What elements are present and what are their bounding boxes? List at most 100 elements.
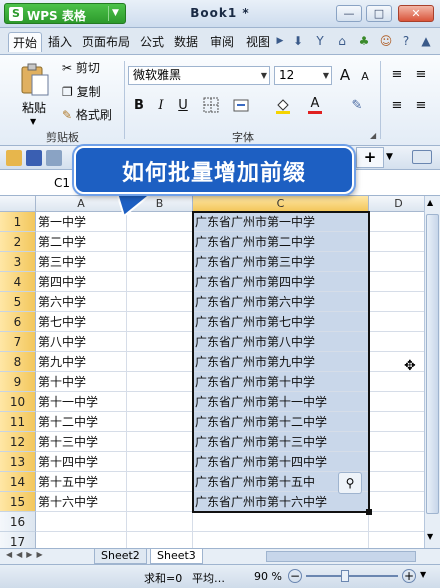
font-size-combo[interactable]: 12 ▼ — [274, 66, 332, 85]
home-icon[interactable]: ⌂ — [334, 33, 350, 49]
cell-b[interactable] — [127, 252, 193, 272]
cell-d[interactable] — [369, 272, 424, 292]
cell-d[interactable] — [369, 492, 424, 512]
cell-a[interactable]: 第十三中学 — [36, 432, 127, 452]
spreadsheet-grid[interactable]: A B C D 1 第一中学 广东省广州市第一中学 2 第二中学 广东省广州市第二中学 3 第… — [0, 196, 424, 548]
plant-icon[interactable]: ♣ — [356, 33, 372, 49]
cell-d[interactable] — [369, 232, 424, 252]
up-arrow-icon[interactable]: ▲ — [418, 33, 434, 49]
save-icon[interactable] — [26, 150, 42, 166]
close-button[interactable]: ✕ — [398, 5, 434, 22]
cell-b[interactable] — [127, 392, 193, 412]
name-box[interactable]: C1 — [54, 176, 70, 190]
cell-b[interactable] — [127, 472, 193, 492]
window-layout-icon[interactable] — [412, 150, 432, 164]
chevron-down-icon[interactable]: ▼ — [386, 152, 393, 162]
cell-d[interactable] — [369, 452, 424, 472]
cell-a[interactable]: 第四中学 — [36, 272, 127, 292]
cell-a[interactable] — [36, 512, 127, 532]
cell-d[interactable] — [369, 532, 424, 548]
grow-font-button[interactable]: A — [336, 66, 354, 84]
row-header[interactable]: 12 — [0, 432, 36, 452]
column-header-d[interactable]: D — [369, 196, 424, 212]
cell-d[interactable] — [369, 392, 424, 412]
cell-b[interactable] — [127, 372, 193, 392]
fill-color-icon[interactable] — [274, 97, 292, 115]
cell-d[interactable] — [369, 292, 424, 312]
copy-button[interactable]: ❐ 复制 — [62, 83, 101, 101]
row-header[interactable]: 7 — [0, 332, 36, 352]
tab-review[interactable]: 审阅 — [206, 32, 238, 52]
cell-a[interactable]: 第八中学 — [36, 332, 127, 352]
font-color-button[interactable]: A — [306, 95, 324, 114]
cell-b[interactable] — [127, 332, 193, 352]
folder-icon[interactable] — [6, 150, 22, 166]
cell-a[interactable]: 第十六中学 — [36, 492, 127, 512]
cell-d[interactable] — [369, 312, 424, 332]
maximize-button[interactable]: □ — [366, 5, 392, 22]
tab-view[interactable]: 视图 — [242, 32, 274, 52]
column-header-c[interactable]: C — [193, 196, 369, 212]
chevron-right-icon[interactable]: ▶ — [272, 33, 288, 49]
sheet-nav-icon[interactable]: ◀◀▶▶ — [6, 550, 47, 559]
row-header[interactable]: 5 — [0, 292, 36, 312]
arrow-down-icon[interactable]: ⬇ — [290, 33, 306, 49]
people-icon[interactable]: ☺ — [378, 33, 394, 49]
cell-a[interactable]: 第六中学 — [36, 292, 127, 312]
sheet-tab-sheet2[interactable]: Sheet2 — [94, 549, 147, 564]
cell-d[interactable] — [369, 412, 424, 432]
row-header[interactable]: 1 — [0, 212, 36, 232]
tab-insert[interactable]: 插入 — [44, 32, 76, 52]
cell-b[interactable] — [127, 432, 193, 452]
shrink-font-button[interactable]: A — [356, 68, 374, 86]
zoom-out-button[interactable]: − — [288, 569, 302, 583]
zoom-in-button[interactable]: + — [402, 569, 416, 583]
cell-d[interactable] — [369, 472, 424, 492]
zoom-slider[interactable] — [306, 575, 398, 577]
minimize-button[interactable]: — — [336, 5, 362, 22]
clear-format-icon[interactable]: ✎ — [348, 97, 366, 115]
row-header[interactable]: 6 — [0, 312, 36, 332]
paste-options-icon[interactable]: ⚲ — [338, 472, 362, 494]
row-header[interactable]: 9 — [0, 372, 36, 392]
row-header[interactable]: 11 — [0, 412, 36, 432]
align-left-icon[interactable]: ≡ — [388, 97, 406, 115]
row-header[interactable]: 2 — [0, 232, 36, 252]
font-name-combo[interactable]: 微软雅黑 ▼ — [128, 66, 270, 85]
cell-b[interactable] — [127, 512, 193, 532]
cell-d[interactable] — [369, 372, 424, 392]
align-top-icon[interactable]: ≡ — [388, 66, 406, 84]
align-middle-icon[interactable]: ≡ — [412, 66, 430, 84]
fill-handle[interactable] — [366, 509, 372, 515]
cell-b[interactable] — [127, 312, 193, 332]
cell-b[interactable] — [127, 452, 193, 472]
cell-a[interactable]: 第十一中学 — [36, 392, 127, 412]
zoom-slider-thumb[interactable] — [341, 570, 349, 582]
paste-dropdown-icon[interactable]: ▼ — [30, 117, 36, 126]
merge-cells-icon[interactable] — [232, 97, 250, 115]
cell-a[interactable]: 第十四中学 — [36, 452, 127, 472]
cell-d[interactable] — [369, 252, 424, 272]
dialog-launcher-icon[interactable]: ◢ — [370, 131, 376, 140]
new-tab-button[interactable]: + — [356, 147, 384, 168]
cut-button[interactable]: ✂ 剪切 — [62, 59, 100, 77]
cell-d[interactable] — [369, 512, 424, 532]
cell-d[interactable] — [369, 432, 424, 452]
row-header[interactable]: 17 — [0, 532, 36, 548]
italic-button[interactable]: I — [152, 97, 170, 115]
tab-data[interactable]: 数据 — [170, 32, 202, 52]
scroll-down-icon[interactable]: ▼ — [427, 532, 433, 541]
align-center-icon[interactable]: ≡ — [412, 97, 430, 115]
cell-a[interactable]: 第十五中学 — [36, 472, 127, 492]
cell-b[interactable] — [127, 352, 193, 372]
underline-button[interactable]: U — [174, 97, 192, 115]
row-header[interactable]: 4 — [0, 272, 36, 292]
sheet-tab-sheet3[interactable]: Sheet3 — [150, 549, 203, 564]
chevron-down-icon[interactable]: ▼ — [420, 570, 426, 579]
paste-icon[interactable] — [18, 63, 50, 97]
row-header[interactable]: 14 — [0, 472, 36, 492]
paste-button[interactable]: 粘贴 — [22, 99, 46, 116]
cell-a[interactable]: 第十中学 — [36, 372, 127, 392]
row-header[interactable]: 10 — [0, 392, 36, 412]
cell-a[interactable]: 第九中学 — [36, 352, 127, 372]
